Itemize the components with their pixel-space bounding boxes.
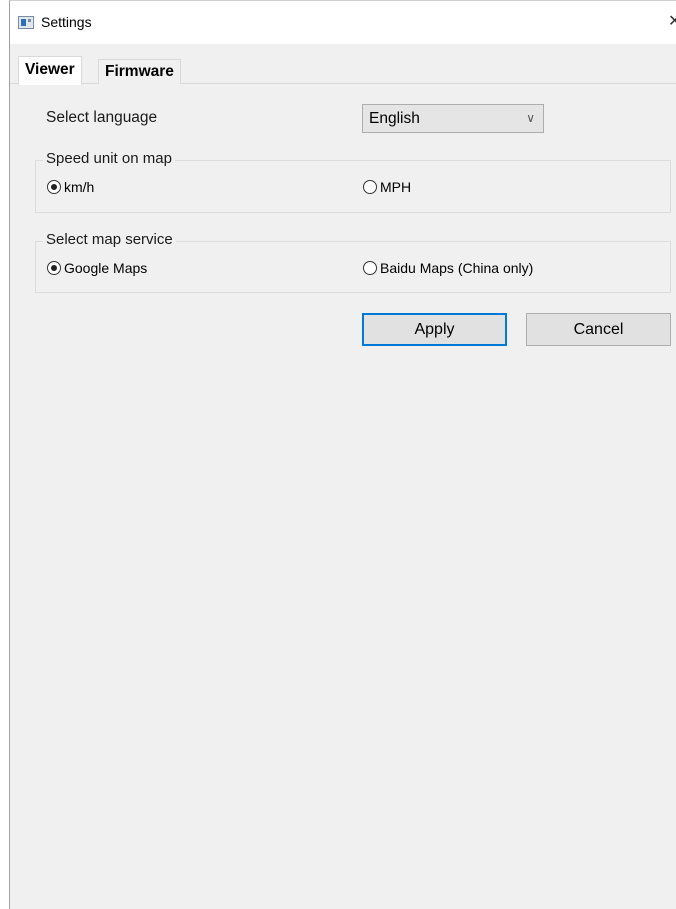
language-selected-value: English (369, 110, 420, 127)
radio-checked-icon (47, 261, 61, 275)
close-icon[interactable]: ✕ (668, 12, 676, 32)
map-service-legend: Select map service (43, 231, 176, 248)
window-title: Settings (41, 14, 92, 30)
speed-unit-group: Speed unit on map km/h MPH (35, 150, 671, 213)
radio-unchecked-icon (363, 261, 377, 275)
tab-viewer[interactable]: Viewer (18, 56, 82, 85)
radio-unchecked-icon (363, 180, 377, 194)
language-label: Select language (46, 109, 158, 126)
map-service-group: Select map service Google Maps Baidu Map… (35, 231, 671, 293)
speed-unit-legend: Speed unit on map (43, 150, 175, 167)
radio-mph-label: MPH (380, 179, 412, 195)
tab-strip: Viewer Firmware (10, 44, 676, 85)
app-icon (18, 16, 34, 29)
radio-mph[interactable]: MPH (363, 179, 411, 195)
chevron-down-icon: ∨ (526, 111, 535, 125)
language-select[interactable]: English ∨ (362, 104, 544, 133)
radio-baidu-maps-label: Baidu Maps (China only) (380, 260, 534, 276)
radio-baidu-maps[interactable]: Baidu Maps (China only) (363, 260, 533, 276)
tab-firmware[interactable]: Firmware (98, 59, 181, 84)
radio-google-maps-label: Google Maps (64, 260, 148, 276)
apply-button[interactable]: Apply (362, 313, 507, 346)
radio-kmh[interactable]: km/h (47, 179, 94, 195)
cancel-button[interactable]: Cancel (526, 313, 671, 346)
radio-checked-icon (47, 180, 61, 194)
settings-window: Settings ✕ Viewer Firmware Select langua… (9, 0, 676, 909)
radio-google-maps[interactable]: Google Maps (47, 260, 147, 276)
radio-kmh-label: km/h (64, 179, 95, 195)
title-bar[interactable]: Settings ✕ (10, 1, 676, 44)
